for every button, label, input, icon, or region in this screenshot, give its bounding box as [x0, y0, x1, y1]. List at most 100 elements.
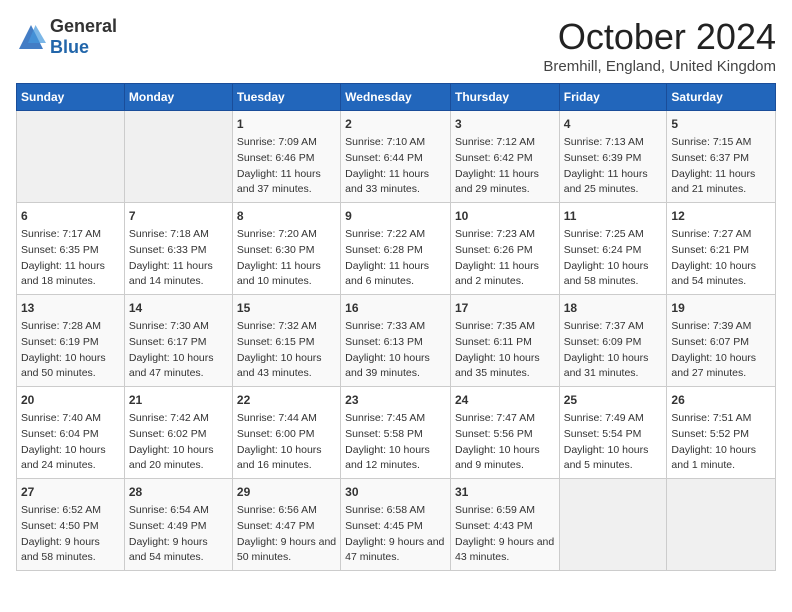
cell-info-line: Sunrise: 7:44 AM	[237, 411, 336, 427]
calendar-cell: 7Sunrise: 7:18 AMSunset: 6:33 PMDaylight…	[124, 203, 232, 295]
logo-icon	[16, 22, 46, 52]
logo: General Blue	[16, 16, 117, 58]
cell-info-line: Sunrise: 7:33 AM	[345, 319, 446, 335]
calendar-week-row: 1Sunrise: 7:09 AMSunset: 6:46 PMDaylight…	[17, 111, 776, 203]
cell-info-line: Sunrise: 7:32 AM	[237, 319, 336, 335]
cell-info-line: Daylight: 11 hours and 18 minutes.	[21, 259, 120, 291]
cell-info-line: Daylight: 11 hours and 37 minutes.	[237, 167, 336, 199]
calendar-cell: 24Sunrise: 7:47 AMSunset: 5:56 PMDayligh…	[450, 387, 559, 479]
cell-info-line: Sunrise: 7:28 AM	[21, 319, 120, 335]
cell-info-line: Sunset: 6:00 PM	[237, 427, 336, 443]
day-number: 22	[237, 391, 336, 409]
cell-info-line: Sunrise: 7:12 AM	[455, 135, 555, 151]
cell-info-line: Sunset: 6:30 PM	[237, 243, 336, 259]
cell-info-line: Daylight: 10 hours and 43 minutes.	[237, 351, 336, 383]
calendar-cell: 1Sunrise: 7:09 AMSunset: 6:46 PMDaylight…	[232, 111, 340, 203]
cell-info-line: Sunset: 6:39 PM	[564, 151, 663, 167]
cell-info-line: Sunrise: 7:39 AM	[671, 319, 771, 335]
calendar-cell	[667, 479, 776, 571]
cell-info-line: Sunset: 6:13 PM	[345, 335, 446, 351]
cell-info-line: Daylight: 10 hours and 58 minutes.	[564, 259, 663, 291]
calendar-cell: 4Sunrise: 7:13 AMSunset: 6:39 PMDaylight…	[559, 111, 667, 203]
cell-info-line: Sunset: 6:07 PM	[671, 335, 771, 351]
cell-info-line: Sunrise: 7:15 AM	[671, 135, 771, 151]
calendar-cell: 19 Sunrise: 7:39 AMSunset: 6:07 PMDayligh…	[667, 295, 776, 387]
calendar-cell: 2Sunrise: 7:10 AMSunset: 6:44 PMDaylight…	[341, 111, 451, 203]
cell-info-line: Sunset: 6:21 PM	[671, 243, 771, 259]
day-number: 18	[564, 299, 663, 317]
cell-info-line: Sunrise: 7:40 AM	[21, 411, 120, 427]
calendar-header-row: SundayMondayTuesdayWednesdayThursdayFrid…	[17, 84, 776, 111]
cell-info-line: Daylight: 10 hours and 27 minutes.	[671, 351, 771, 383]
cell-info-line: Sunrise: 7:22 AM	[345, 227, 446, 243]
col-header-monday: Monday	[124, 84, 232, 111]
cell-info-line: Sunrise: 6:52 AM	[21, 503, 120, 519]
cell-info-line: Sunrise: 7:20 AM	[237, 227, 336, 243]
page-header: General Blue October 2024 Bremhill, Engl…	[16, 16, 776, 75]
day-number: 10	[455, 207, 555, 225]
cell-info-line: Sunrise: 7:42 AM	[129, 411, 228, 427]
calendar-cell: 9 Sunrise: 7:22 AMSunset: 6:28 PMDaylight…	[341, 203, 451, 295]
calendar-cell	[559, 479, 667, 571]
cell-info-line: Daylight: 10 hours and 9 minutes.	[455, 443, 555, 475]
day-number: 31	[455, 483, 555, 501]
cell-info-line: Daylight: 10 hours and 12 minutes.	[345, 443, 446, 475]
cell-info-line: Sunset: 6:28 PM	[345, 243, 446, 259]
cell-info-line: Sunset: 6:04 PM	[21, 427, 120, 443]
calendar-week-row: 27Sunrise: 6:52 AMSunset: 4:50 PMDayligh…	[17, 479, 776, 571]
day-number: 8	[237, 207, 336, 225]
calendar-cell: 3Sunrise: 7:12 AMSunset: 6:42 PMDaylight…	[450, 111, 559, 203]
cell-info-line: Sunset: 4:49 PM	[129, 519, 228, 535]
cell-info-line: Sunrise: 7:49 AM	[564, 411, 663, 427]
cell-info-line: Daylight: 9 hours and 54 minutes.	[129, 535, 228, 567]
cell-info-line: Sunset: 6:33 PM	[129, 243, 228, 259]
calendar-cell: 21 Sunrise: 7:42 AMSunset: 6:02 PMDayligh…	[124, 387, 232, 479]
calendar-cell: 28Sunrise: 6:54 AMSunset: 4:49 PMDayligh…	[124, 479, 232, 571]
cell-info-line: Daylight: 9 hours and 47 minutes.	[345, 535, 446, 567]
cell-info-line: Sunset: 6:42 PM	[455, 151, 555, 167]
cell-info-line: Daylight: 11 hours and 14 minutes.	[129, 259, 228, 291]
calendar-cell: 18Sunrise: 7:37 AMSunset: 6:09 PMDayligh…	[559, 295, 667, 387]
day-number: 19	[671, 299, 771, 317]
cell-info-line: Daylight: 10 hours and 20 minutes.	[129, 443, 228, 475]
day-number: 6	[21, 207, 120, 225]
title-section: October 2024 Bremhill, England, United K…	[543, 16, 776, 75]
day-number: 9	[345, 207, 446, 225]
day-number: 4	[564, 115, 663, 133]
calendar-cell: 13Sunrise: 7:28 AMSunset: 6:19 PMDayligh…	[17, 295, 125, 387]
cell-info-line: Sunset: 6:02 PM	[129, 427, 228, 443]
cell-info-line: Sunrise: 7:37 AM	[564, 319, 663, 335]
cell-info-line: Sunset: 6:26 PM	[455, 243, 555, 259]
cell-info-line: Sunset: 6:35 PM	[21, 243, 120, 259]
day-number: 1	[237, 115, 336, 133]
cell-info-line: Daylight: 11 hours and 21 minutes.	[671, 167, 771, 199]
cell-info-line: Daylight: 11 hours and 10 minutes.	[237, 259, 336, 291]
calendar-table: SundayMondayTuesdayWednesdayThursdayFrid…	[16, 83, 776, 571]
col-header-thursday: Thursday	[450, 84, 559, 111]
cell-info-line: Daylight: 11 hours and 33 minutes.	[345, 167, 446, 199]
cell-info-line: Sunset: 6:24 PM	[564, 243, 663, 259]
day-number: 17	[455, 299, 555, 317]
cell-info-line: Daylight: 11 hours and 6 minutes.	[345, 259, 446, 291]
cell-info-line: Sunset: 6:37 PM	[671, 151, 771, 167]
calendar-cell: 15Sunrise: 7:32 AMSunset: 6:15 PMDayligh…	[232, 295, 340, 387]
day-number: 20	[21, 391, 120, 409]
calendar-cell: 17Sunrise: 7:35 AMSunset: 6:11 PMDayligh…	[450, 295, 559, 387]
cell-info-line: Sunset: 6:19 PM	[21, 335, 120, 351]
cell-info-line: Sunset: 4:43 PM	[455, 519, 555, 535]
month-title: October 2024	[543, 16, 776, 58]
calendar-cell: 27Sunrise: 6:52 AMSunset: 4:50 PMDayligh…	[17, 479, 125, 571]
cell-info-line: Sunset: 5:56 PM	[455, 427, 555, 443]
cell-info-line: Sunset: 5:54 PM	[564, 427, 663, 443]
cell-info-line: Daylight: 10 hours and 50 minutes.	[21, 351, 120, 383]
cell-info-line: Sunset: 6:46 PM	[237, 151, 336, 167]
location-title: Bremhill, England, United Kingdom	[543, 58, 776, 75]
cell-info-line: Daylight: 10 hours and 54 minutes.	[671, 259, 771, 291]
cell-info-line: Sunrise: 6:56 AM	[237, 503, 336, 519]
cell-info-line: Sunrise: 6:58 AM	[345, 503, 446, 519]
calendar-cell: 23Sunrise: 7:45 AMSunset: 5:58 PMDayligh…	[341, 387, 451, 479]
calendar-cell	[124, 111, 232, 203]
cell-info-line: Sunset: 6:44 PM	[345, 151, 446, 167]
calendar-cell: 25Sunrise: 7:49 AMSunset: 5:54 PMDayligh…	[559, 387, 667, 479]
day-number: 21	[129, 391, 228, 409]
